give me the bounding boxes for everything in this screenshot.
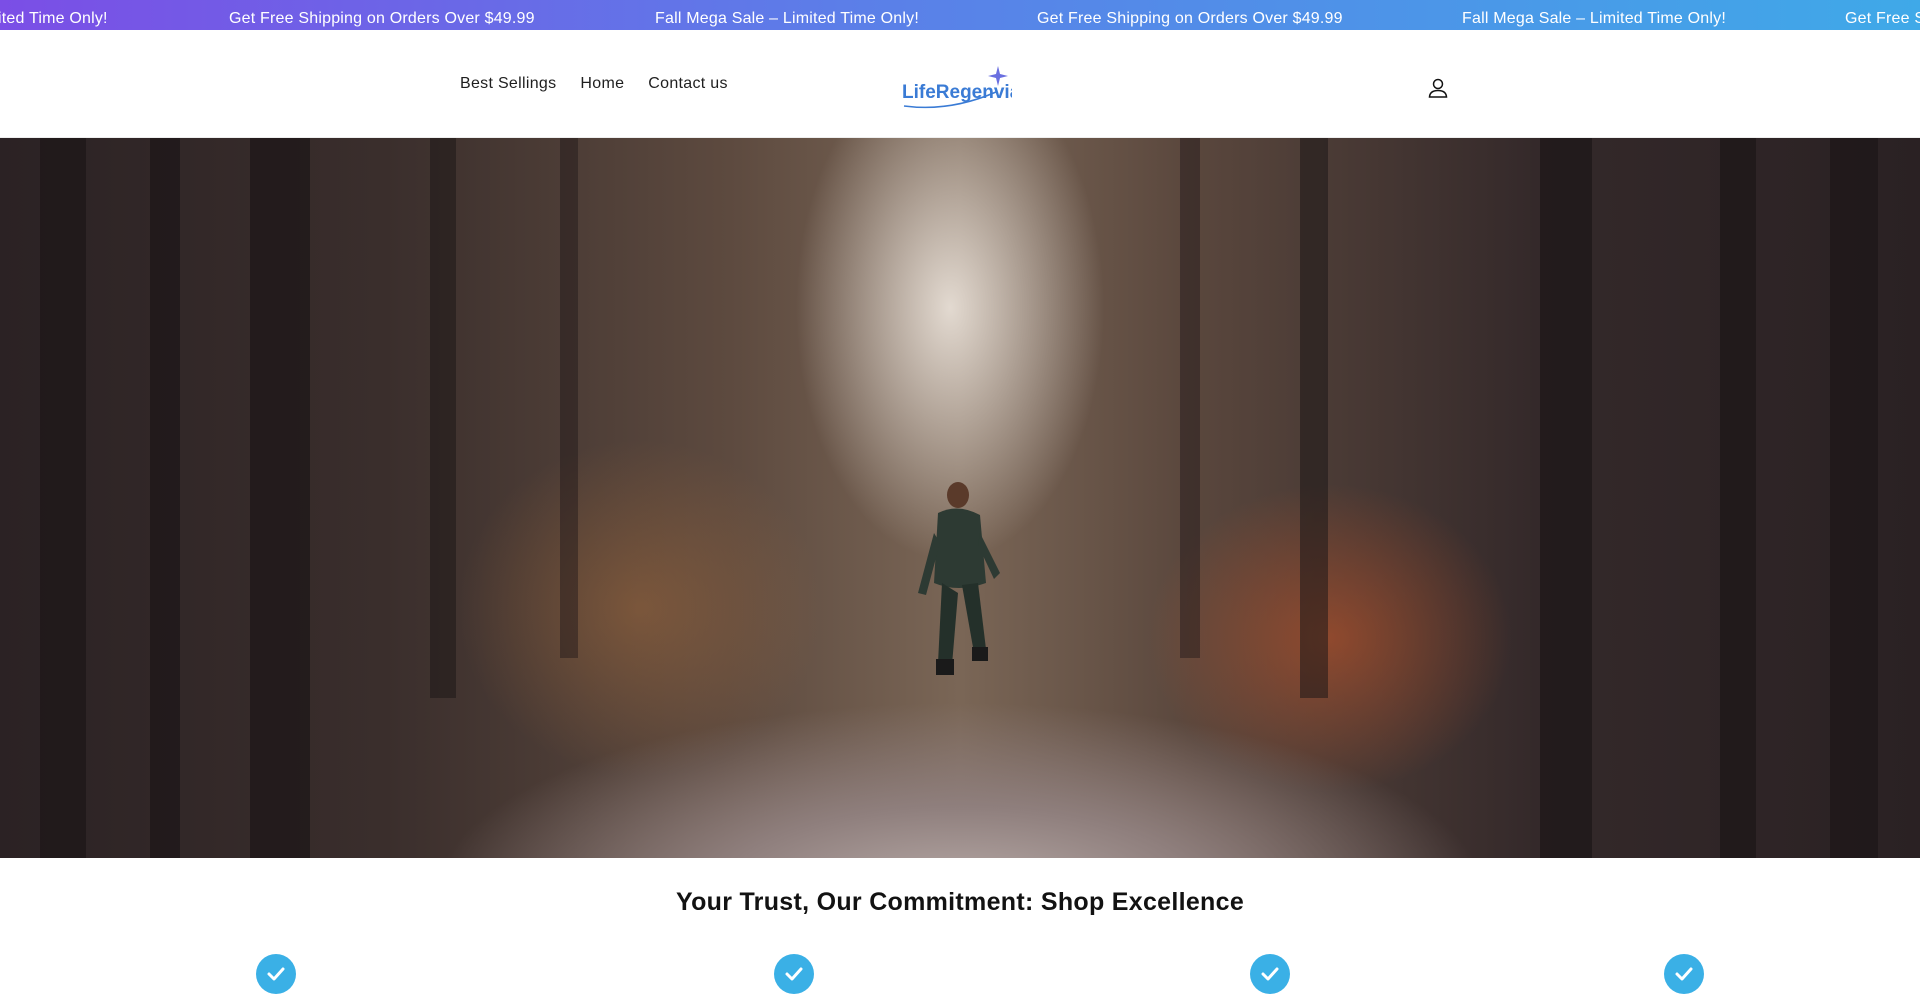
announcement-message: Get Free Shipping on Orders Over $49.99: [1037, 10, 1343, 27]
trust-section-title: Your Trust, Our Commitment: Shop Excelle…: [675, 888, 1245, 916]
tree-trunk: [1720, 138, 1756, 858]
tree-trunk: [1180, 138, 1200, 658]
announcement-bar: ited Time Only! Get Free Shipping on Ord…: [0, 0, 1920, 30]
announcement-message: Fall Mega Sale – Limited Time Only!: [655, 10, 919, 27]
hero-banner: [0, 138, 1920, 858]
runner-figure: [918, 482, 1000, 675]
check-icon: [256, 954, 296, 994]
check-icon: [1250, 954, 1290, 994]
site-header: Best Sellings Home Contact us LifeRegenv…: [0, 30, 1920, 138]
tree-trunk: [40, 138, 86, 858]
check-icon: [1664, 954, 1704, 994]
nav-link-home[interactable]: Home: [580, 75, 624, 93]
tree-trunk: [1830, 138, 1878, 858]
site-logo[interactable]: LifeRegenvia: [900, 62, 1021, 114]
nav-link-best-sellings[interactable]: Best Sellings: [460, 75, 556, 93]
announcement-message: Fall Mega Sale – Limited Time Only!: [1462, 10, 1726, 27]
tree-trunk: [430, 138, 456, 698]
main-nav: Best Sellings Home Contact us: [460, 30, 752, 138]
tree-trunk: [1300, 138, 1328, 698]
tree-trunk: [1540, 138, 1592, 858]
announcement-message: Get Free Shipping on Orders Over $49.99: [229, 10, 535, 27]
check-icon: [774, 954, 814, 994]
tree-trunk: [560, 138, 578, 658]
logo-graphic: LifeRegenvia: [902, 66, 1021, 109]
logo-text: LifeRegenvia: [902, 82, 1012, 103]
announcement-message: ited Time Only!: [0, 10, 108, 27]
announcement-message: Get Free S: [1845, 10, 1920, 27]
tree-trunk: [250, 138, 310, 858]
tree-trunk: [150, 138, 180, 858]
nav-link-contact-us[interactable]: Contact us: [648, 75, 727, 93]
account-icon[interactable]: [1426, 76, 1450, 100]
